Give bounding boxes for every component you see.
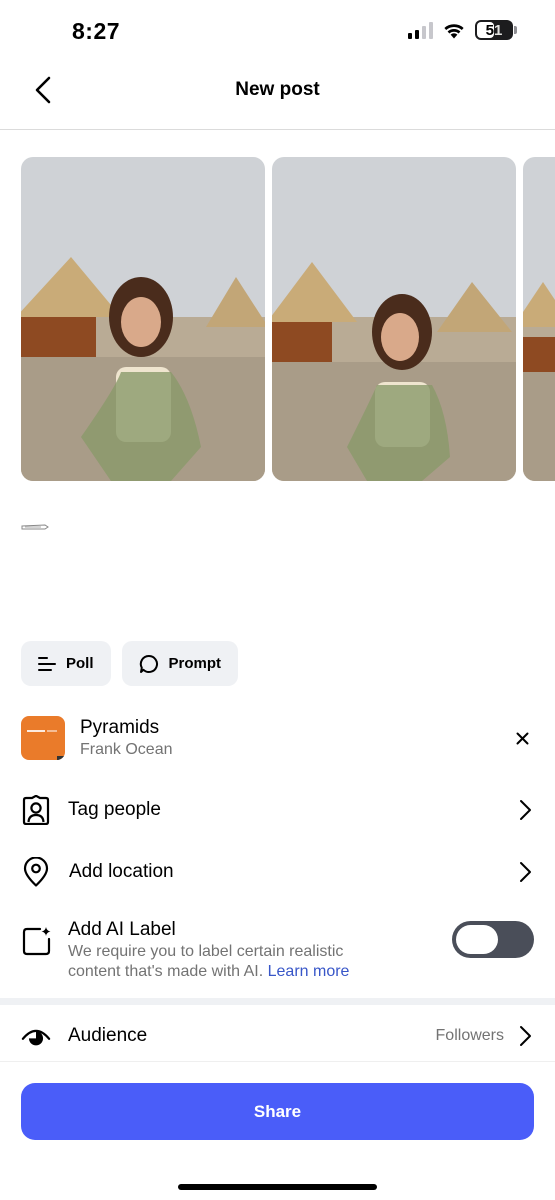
chevron-right-icon xyxy=(520,800,531,820)
album-art xyxy=(21,716,65,760)
add-location-label: Add location xyxy=(69,861,174,882)
tag-people-row[interactable]: Tag people xyxy=(21,783,534,837)
prompt-button[interactable]: Prompt xyxy=(121,641,239,686)
cellular-signal-icon xyxy=(408,21,433,39)
status-icons: 51 xyxy=(408,20,517,40)
album-art-graphic xyxy=(27,730,65,760)
caption-input[interactable] xyxy=(21,500,534,610)
carousel-photo[interactable] xyxy=(272,157,516,481)
ai-label-title: Add AI Label xyxy=(68,919,176,940)
chevron-right-icon xyxy=(520,862,531,882)
ai-label-description: We require you to label certain realisti… xyxy=(68,942,398,982)
wifi-icon xyxy=(444,23,464,38)
learn-more-link[interactable]: Learn more xyxy=(268,963,350,980)
audience-label: Audience xyxy=(68,1025,148,1046)
tag-person-icon xyxy=(21,795,51,825)
poll-button[interactable]: Poll xyxy=(21,641,111,686)
location-pin-icon xyxy=(21,857,51,887)
carousel-photo[interactable] xyxy=(523,157,555,481)
status-bar: 8:27 51 xyxy=(0,0,555,62)
audience-value: Followers xyxy=(435,1027,504,1044)
share-button[interactable]: Share xyxy=(21,1083,534,1140)
add-location-row[interactable]: Add location xyxy=(21,845,534,899)
close-icon xyxy=(516,732,528,744)
post-options-chips: Poll Prompt xyxy=(21,641,239,686)
eye-icon xyxy=(21,1021,51,1051)
remove-music-button[interactable] xyxy=(510,726,534,750)
header: New post xyxy=(0,62,555,130)
toggle-knob xyxy=(456,925,498,954)
ai-sparkle-square-icon xyxy=(22,927,51,956)
status-time: 8:27 xyxy=(72,18,121,44)
music-selection-row[interactable]: Pyramids Frank Ocean xyxy=(21,714,534,764)
ai-label-row: Add AI Label We require you to label cer… xyxy=(21,916,534,988)
ai-label-toggle[interactable] xyxy=(452,921,534,958)
divider xyxy=(0,1061,555,1062)
tag-people-label: Tag people xyxy=(68,799,161,820)
poll-icon xyxy=(38,656,56,671)
song-title: Pyramids xyxy=(80,717,160,738)
poll-label: Poll xyxy=(66,655,94,672)
chevron-right-icon xyxy=(520,1026,531,1046)
share-label: Share xyxy=(253,1101,302,1121)
page-title: New post xyxy=(235,79,320,100)
battery-percent: 51 xyxy=(485,21,503,39)
audience-row[interactable]: Audience Followers xyxy=(21,1009,534,1063)
home-indicator[interactable] xyxy=(178,1184,377,1190)
prompt-label: Prompt xyxy=(168,655,222,672)
song-artist: Frank Ocean xyxy=(80,741,173,758)
photo-carousel[interactable] xyxy=(21,157,555,481)
battery-icon: 51 xyxy=(475,20,517,40)
carousel-photo[interactable] xyxy=(21,157,265,481)
speech-bubble-icon xyxy=(139,654,158,673)
caption-sticker-icon xyxy=(21,524,49,530)
section-divider xyxy=(0,998,555,1005)
